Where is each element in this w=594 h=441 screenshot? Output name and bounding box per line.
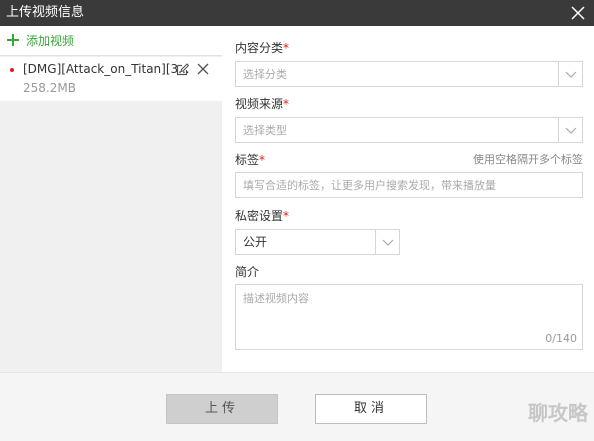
cancel-button[interactable]: 取消 <box>315 394 427 424</box>
edit-icon[interactable] <box>176 63 190 76</box>
intro-placeholder: 描述视频内容 <box>243 292 309 305</box>
window-title: 上传视频信息 <box>6 5 85 20</box>
chevron-down-icon[interactable] <box>375 230 399 254</box>
tags-input[interactable]: 填写合适的标签，让更多用户搜索发现，带来播放量 <box>235 172 583 198</box>
video-info-form: 内容分类* 选择分类 视频来源* 选择类型 标签* 使用空格隔开多个标签 填写合… <box>222 26 594 372</box>
dialog-footer: 上传 取消 聊攻略 <box>0 372 594 441</box>
watermark-logo: 聊攻略 <box>528 401 588 425</box>
upload-button[interactable]: 上传 <box>166 394 278 424</box>
file-name: [DMG][Attack_on_Titan][3... <box>23 62 190 76</box>
close-icon[interactable] <box>568 3 588 23</box>
intro-textarea[interactable]: 描述视频内容 0/140 <box>235 284 583 350</box>
add-video-label: 添加视频 <box>26 34 75 48</box>
status-dot <box>10 68 14 72</box>
privacy-select[interactable]: 公开 <box>235 229 400 255</box>
list-item[interactable]: [DMG][Attack_on_Titan][3... 258.2MB <box>0 57 222 101</box>
video-list-panel: 添加视频 [DMG][Attack_on_Titan][3... 258.2MB <box>0 26 222 372</box>
category-placeholder: 选择分类 <box>243 68 287 81</box>
tags-hint: 使用空格隔开多个标签 <box>473 153 583 166</box>
chevron-down-icon[interactable] <box>558 118 582 142</box>
source-placeholder: 选择类型 <box>243 124 287 137</box>
title-bar: 上传视频信息 <box>0 0 594 26</box>
tags-label: 标签* <box>235 153 266 167</box>
tags-placeholder: 填写合适的标签，让更多用户搜索发现，带来播放量 <box>243 179 496 192</box>
plus-icon <box>6 33 20 47</box>
char-counter: 0/140 <box>545 332 577 345</box>
file-size: 258.2MB <box>23 81 76 95</box>
privacy-value: 公开 <box>243 235 268 249</box>
remove-icon[interactable] <box>197 63 209 75</box>
category-label: 内容分类* <box>235 41 290 55</box>
category-select[interactable]: 选择分类 <box>235 61 583 87</box>
source-label: 视频来源* <box>235 97 290 111</box>
add-video-button[interactable]: 添加视频 <box>0 26 222 56</box>
source-select[interactable]: 选择类型 <box>235 117 583 143</box>
chevron-down-icon[interactable] <box>558 62 582 86</box>
intro-label: 简介 <box>235 265 260 279</box>
privacy-label: 私密设置* <box>235 209 290 223</box>
